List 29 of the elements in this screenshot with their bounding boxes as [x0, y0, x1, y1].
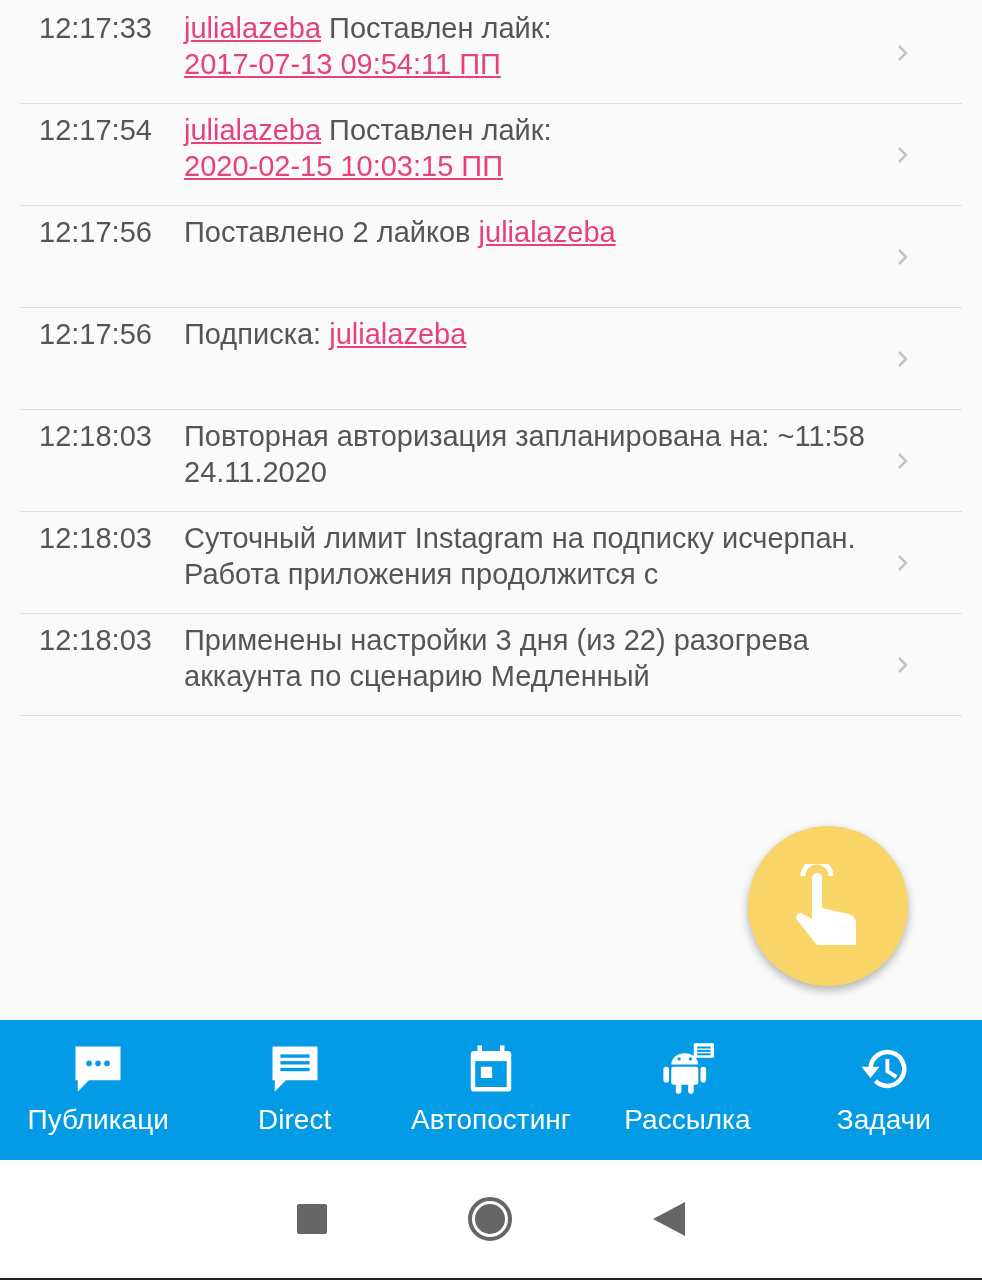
nav-tab[interactable]: Публикаци [0, 1020, 197, 1160]
link[interactable]: julialazeba [329, 318, 467, 350]
log-message: Суточный лимит Instagram на подписку исчерпан. Работа приложения продолжится с [183, 521, 857, 592]
link[interactable]: julialazeba [184, 12, 322, 44]
robot-chat-icon [660, 1042, 715, 1096]
link[interactable]: julialazeba [478, 216, 616, 248]
log-time: 12:17:54 [38, 113, 153, 148]
link[interactable]: julialazeba [184, 114, 322, 146]
log-time: 12:18:03 [38, 419, 153, 454]
nav-tab[interactable]: Автопостинг [392, 1020, 590, 1160]
recents-button[interactable] [297, 1204, 327, 1234]
log-time: 12:18:03 [38, 623, 153, 658]
link[interactable]: 2020-02-15 10:03:15 ПП [184, 150, 504, 182]
nav-tab[interactable]: Direct [196, 1020, 393, 1160]
log-time: 12:17:33 [38, 11, 153, 46]
log-time: 12:17:56 [38, 215, 153, 250]
log-message: julialazeba Поставлен лайк: 2020-02-15 10:03:15 ПП [182, 113, 553, 184]
log-time: 12:18:03 [38, 521, 153, 556]
log-message: Поставлено 2 лайков julialazeba [183, 215, 617, 250]
nav-tab[interactable]: Задачи [785, 1020, 982, 1160]
log-message: Подписка: julialazeba [183, 317, 468, 352]
back-button[interactable] [653, 1202, 685, 1236]
home-button[interactable] [467, 1196, 513, 1242]
link[interactable]: 2017-07-13 09:54:11 ПП [184, 48, 501, 80]
log-message: Повторная авторизация запланирована на: ~11:58 24.11.2020 [183, 419, 866, 490]
log-message: Применены настройки 3 дня (из 22) разогрева аккаунта по сценарию Медленный [183, 623, 810, 694]
log-message: julialazeba Поставлен лайк: 2017-07-13 09:54:11 ПП [182, 11, 553, 82]
log-time: 12:17:56 [38, 317, 153, 352]
nav-tab[interactable]: Рассылка [589, 1020, 786, 1160]
